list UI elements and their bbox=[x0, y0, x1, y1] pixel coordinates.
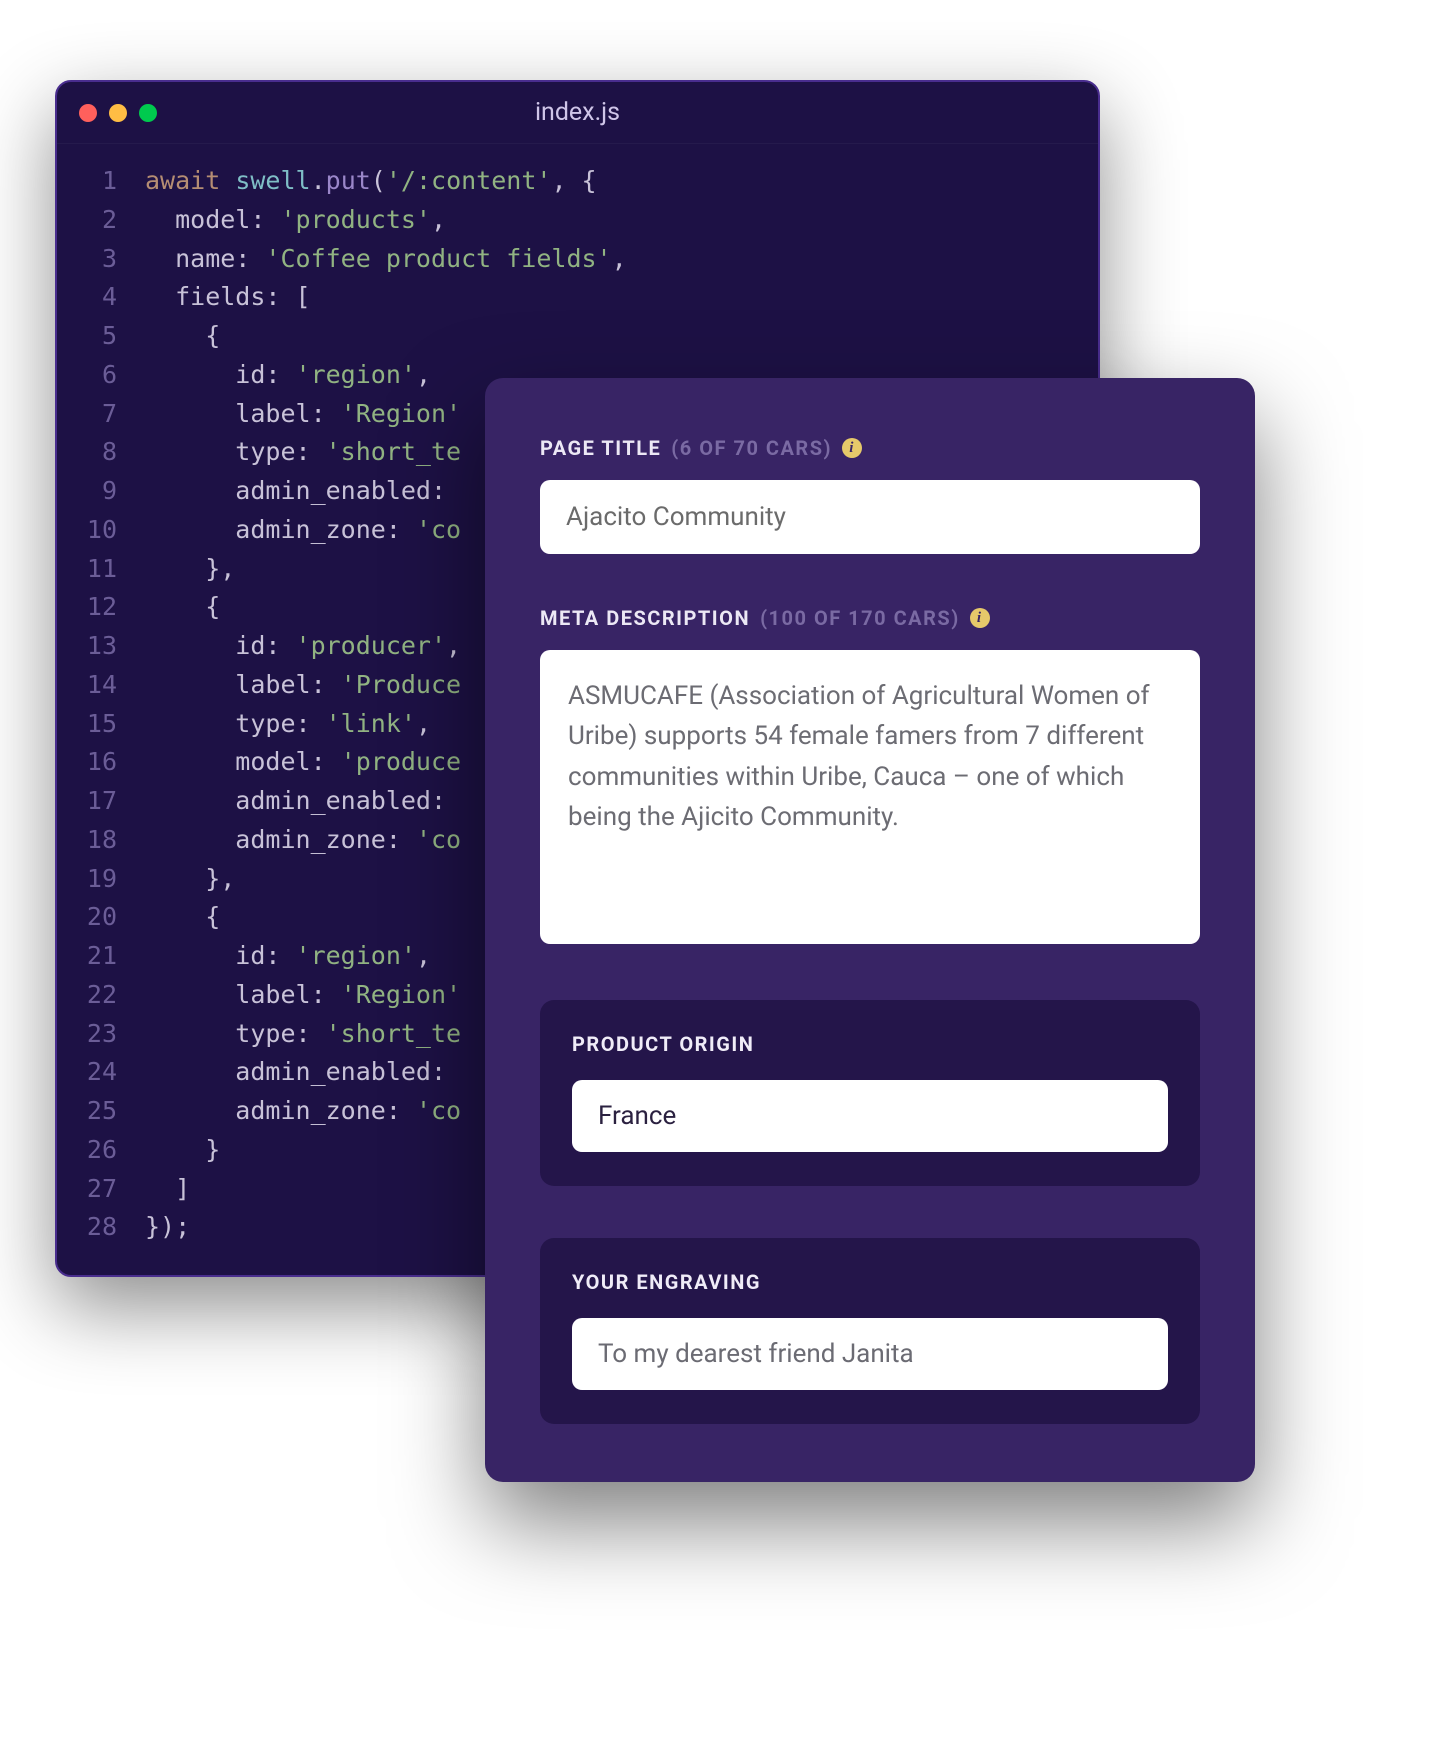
label-text: PRODUCT ORIGIN bbox=[572, 1032, 754, 1056]
line-number: 3 bbox=[57, 240, 117, 279]
line-number: 27 bbox=[57, 1170, 117, 1209]
line-number: 20 bbox=[57, 898, 117, 937]
line-number: 25 bbox=[57, 1092, 117, 1131]
info-icon[interactable]: i bbox=[970, 608, 990, 628]
window-titlebar: index.js bbox=[57, 82, 1098, 144]
line-number: 17 bbox=[57, 782, 117, 821]
minimize-icon[interactable] bbox=[109, 104, 127, 122]
code-line: name: 'Coffee product fields', bbox=[145, 240, 1098, 279]
info-icon[interactable]: i bbox=[842, 438, 862, 458]
line-number: 11 bbox=[57, 550, 117, 589]
window-title: index.js bbox=[535, 98, 620, 127]
line-number: 18 bbox=[57, 821, 117, 860]
line-number: 12 bbox=[57, 588, 117, 627]
line-number: 4 bbox=[57, 278, 117, 317]
char-count-hint: (6 OF 70 CARS) bbox=[671, 436, 832, 460]
code-line: fields: [ bbox=[145, 278, 1098, 317]
label-text: META DESCRIPTION bbox=[540, 606, 750, 630]
label-text: PAGE TITLE bbox=[540, 436, 661, 460]
content-form-panel: PAGE TITLE (6 OF 70 CARS) i META DESCRIP… bbox=[485, 378, 1255, 1482]
line-number: 10 bbox=[57, 511, 117, 550]
line-number: 14 bbox=[57, 666, 117, 705]
line-number: 7 bbox=[57, 395, 117, 434]
char-count-hint: (100 OF 170 CARS) bbox=[760, 606, 960, 630]
line-number: 19 bbox=[57, 860, 117, 899]
page-title-label: PAGE TITLE (6 OF 70 CARS) i bbox=[540, 436, 1200, 460]
meta-description-group: META DESCRIPTION (100 OF 170 CARS) i bbox=[540, 606, 1200, 948]
line-number: 23 bbox=[57, 1015, 117, 1054]
engraving-label: YOUR ENGRAVING bbox=[572, 1270, 1168, 1294]
code-line: { bbox=[145, 317, 1098, 356]
line-number: 1 bbox=[57, 162, 117, 201]
line-number: 16 bbox=[57, 743, 117, 782]
line-number: 24 bbox=[57, 1053, 117, 1092]
line-number-gutter: 1234567891011121314151617181920212223242… bbox=[57, 162, 145, 1247]
zoom-icon[interactable] bbox=[139, 104, 157, 122]
meta-description-input[interactable] bbox=[540, 650, 1200, 944]
close-icon[interactable] bbox=[79, 104, 97, 122]
engraving-card: YOUR ENGRAVING bbox=[540, 1238, 1200, 1424]
page-title-group: PAGE TITLE (6 OF 70 CARS) i bbox=[540, 436, 1200, 554]
line-number: 6 bbox=[57, 356, 117, 395]
engraving-input[interactable] bbox=[572, 1318, 1168, 1390]
line-number: 8 bbox=[57, 433, 117, 472]
product-origin-label: PRODUCT ORIGIN bbox=[572, 1032, 1168, 1056]
product-origin-card: PRODUCT ORIGIN bbox=[540, 1000, 1200, 1186]
page-title-input[interactable] bbox=[540, 480, 1200, 554]
line-number: 22 bbox=[57, 976, 117, 1015]
line-number: 28 bbox=[57, 1208, 117, 1247]
code-line: await swell.put('/:content', { bbox=[145, 162, 1098, 201]
line-number: 9 bbox=[57, 472, 117, 511]
code-line: model: 'products', bbox=[145, 201, 1098, 240]
line-number: 26 bbox=[57, 1131, 117, 1170]
product-origin-input[interactable] bbox=[572, 1080, 1168, 1152]
line-number: 15 bbox=[57, 705, 117, 744]
label-text: YOUR ENGRAVING bbox=[572, 1270, 761, 1294]
meta-description-label: META DESCRIPTION (100 OF 170 CARS) i bbox=[540, 606, 1200, 630]
line-number: 21 bbox=[57, 937, 117, 976]
line-number: 2 bbox=[57, 201, 117, 240]
line-number: 5 bbox=[57, 317, 117, 356]
window-controls bbox=[79, 104, 157, 122]
line-number: 13 bbox=[57, 627, 117, 666]
